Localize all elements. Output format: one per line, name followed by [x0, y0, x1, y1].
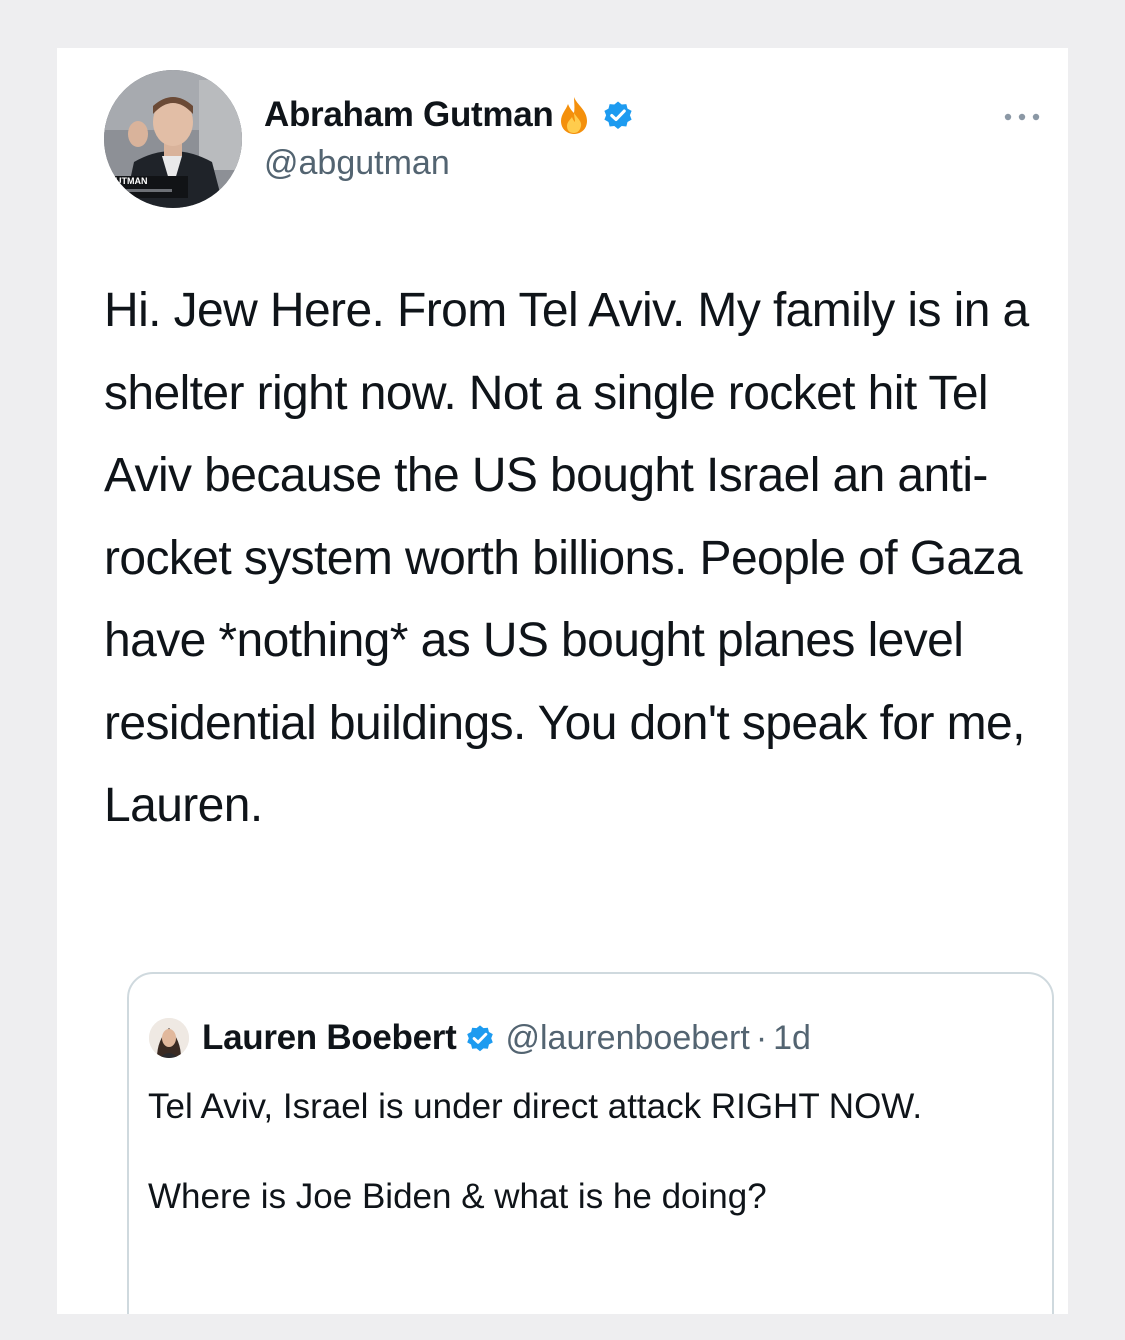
- verified-icon: [604, 101, 633, 130]
- quoted-tweet[interactable]: Lauren Boebert @laurenboebert · 1d Tel A…: [127, 972, 1054, 1314]
- dot-separator: ·: [755, 1018, 768, 1057]
- quoted-author-handle[interactable]: @laurenboebert: [505, 1019, 749, 1058]
- author-handle[interactable]: @abgutman: [264, 144, 450, 183]
- quoted-tweet-body: Tel Aviv, Israel is under direct attack …: [148, 1084, 1028, 1219]
- quoted-tweet-paragraph: Tel Aviv, Israel is under direct attack …: [148, 1087, 923, 1126]
- avatar-badge-label: GUTMAN: [108, 176, 148, 186]
- tweet-body: Hi. Jew Here. From Tel Aviv. My family i…: [104, 284, 1029, 832]
- tweet-card[interactable]: GUTMAN Abraham Gutman @abgutman Hi. Jew …: [57, 48, 1068, 1314]
- verified-icon: [467, 1025, 494, 1052]
- quoted-author-avatar[interactable]: [149, 1018, 189, 1058]
- quoted-tweet-timestamp[interactable]: 1d: [773, 1019, 811, 1058]
- quoted-tweet-header: Lauren Boebert @laurenboebert · 1d: [149, 1016, 811, 1060]
- author-name[interactable]: Abraham Gutman: [264, 95, 554, 135]
- author-name-row[interactable]: Abraham Gutman: [264, 92, 635, 138]
- quoted-tweet-paragraph: Where is Joe Biden & what is he doing?: [148, 1177, 767, 1216]
- quoted-author-name[interactable]: Lauren Boebert: [202, 1018, 457, 1058]
- more-options-icon[interactable]: [1002, 110, 1042, 124]
- fire-icon: [561, 97, 588, 134]
- avatar-photo: GUTMAN: [104, 70, 242, 208]
- quoted-avatar-photo: [149, 1018, 189, 1058]
- author-avatar[interactable]: GUTMAN: [104, 70, 242, 208]
